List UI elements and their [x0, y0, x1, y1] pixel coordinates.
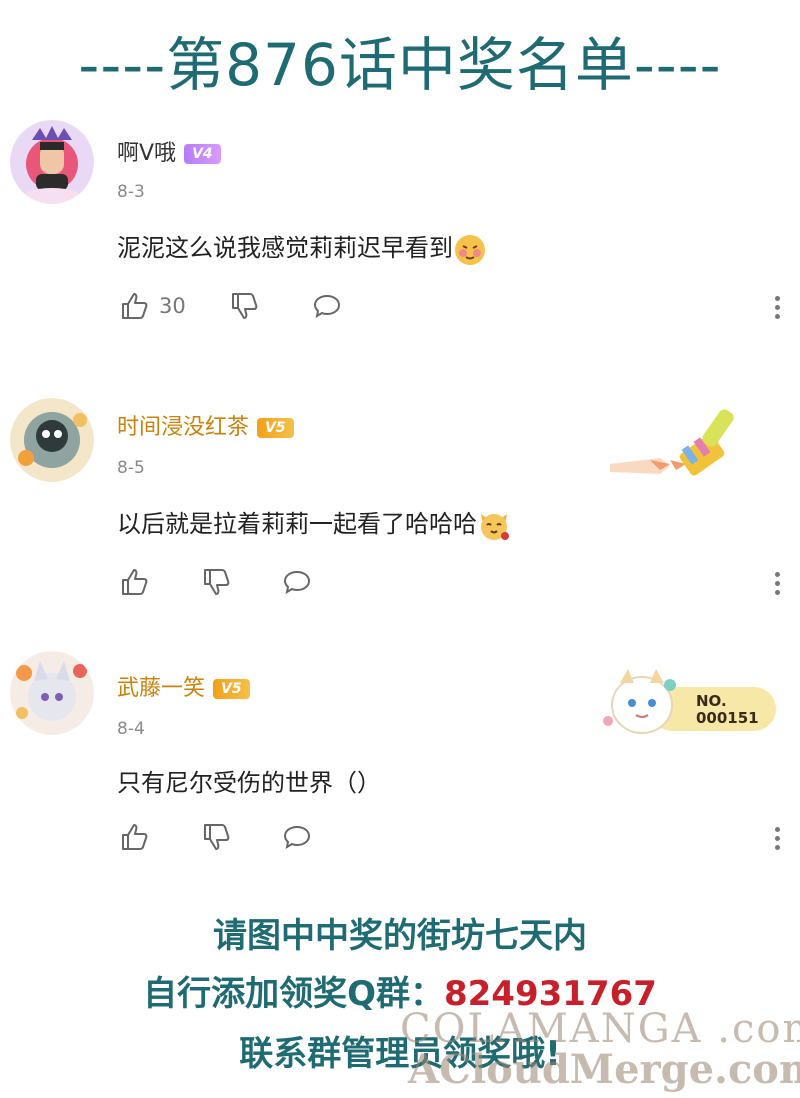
comment-item: 时间浸没红茶 V5 8-5 以后就是拉着莉莉一起看了哈哈哈 — [0, 388, 800, 618]
thumbs-down-icon — [232, 293, 258, 319]
thumbs-up-icon — [122, 824, 148, 850]
comment-text-content: 以后就是拉着莉莉一起看了哈哈哈 — [117, 510, 477, 538]
username[interactable]: 时间浸没红茶 V5 — [117, 414, 294, 442]
footer-qq-label: 自行添加领奖Q群： — [143, 974, 444, 1014]
comment-actions — [117, 564, 777, 600]
avatar[interactable] — [10, 651, 94, 735]
level-badge: V5 — [213, 679, 250, 699]
chat-bubble-icon — [313, 294, 341, 319]
comment-text: 泥泥这么说我感觉莉莉迟早看到 — [117, 228, 487, 266]
comment-date: 8-3 — [117, 182, 145, 202]
avatar-image — [10, 398, 94, 482]
username[interactable]: 武藤一笑 V5 — [117, 675, 250, 703]
thumbs-up-icon — [122, 569, 148, 595]
thumbs-down-icon — [204, 824, 230, 850]
blush-face-emoji-icon — [455, 235, 485, 265]
reply-button[interactable] — [281, 819, 313, 855]
footer-line-1: 请图中中奖的街坊七天内 — [213, 916, 587, 956]
username-text[interactable]: 武藤一笑 — [117, 676, 205, 701]
more-options-button[interactable] — [772, 823, 782, 853]
avatar-image — [10, 120, 94, 204]
page-title: ----第876话中奖名单---- — [78, 31, 722, 99]
like-button[interactable] — [119, 819, 151, 855]
fan-badge: NO. 000151 — [600, 665, 778, 737]
more-options-button[interactable] — [772, 568, 782, 598]
username-text[interactable]: 时间浸没红茶 — [117, 415, 249, 440]
avatar[interactable] — [10, 398, 94, 482]
comment-date: 8-4 — [117, 719, 145, 739]
level-badge: V5 — [257, 418, 294, 438]
reply-button[interactable] — [281, 564, 313, 600]
avatar-image — [10, 651, 94, 735]
comment-text-content: 泥泥这么说我感觉莉莉迟早看到 — [117, 234, 453, 262]
comment-actions: 30 — [117, 288, 777, 324]
more-options-button[interactable] — [772, 292, 782, 322]
comment-text-content: 只有尼尔受伤的世界（） — [117, 769, 381, 797]
dislike-button[interactable] — [201, 564, 233, 600]
cat-face-emoji-icon — [481, 514, 509, 540]
level-badge: V4 — [184, 144, 221, 164]
username-text[interactable]: 啊V哦 — [117, 141, 176, 166]
thumbs-down-icon — [204, 569, 230, 595]
dislike-button[interactable] — [201, 819, 233, 855]
avatar[interactable] — [10, 120, 94, 204]
paintbrush-decoration-icon — [610, 409, 734, 476]
comment-item: 武藤一笑 V5 8-4 NO. 000151 只有尼尔受伤的世界（） — [0, 643, 800, 873]
like-button[interactable]: 30 — [119, 288, 186, 324]
comment-actions — [117, 819, 777, 855]
reply-button[interactable] — [311, 288, 343, 324]
comment-text: 以后就是拉着莉莉一起看了哈哈哈 — [117, 504, 511, 542]
dislike-button[interactable] — [229, 288, 261, 324]
thumbs-up-icon — [122, 293, 148, 319]
comment-text: 只有尼尔受伤的世界（） — [117, 763, 381, 798]
watermark-acloudmerge: ACloudMerge.com — [408, 1046, 800, 1093]
like-button[interactable] — [119, 564, 151, 600]
chat-bubble-icon — [283, 570, 311, 595]
fan-badge-number: NO. 000151 — [696, 692, 759, 727]
comment-date: 8-5 — [117, 458, 145, 478]
comment-item: 啊V哦 V4 8-3 泥泥这么说我感觉莉莉迟早看到 30 — [0, 110, 800, 340]
like-count: 30 — [159, 294, 186, 318]
chat-bubble-icon — [283, 825, 311, 850]
username[interactable]: 啊V哦 V4 — [117, 140, 221, 168]
